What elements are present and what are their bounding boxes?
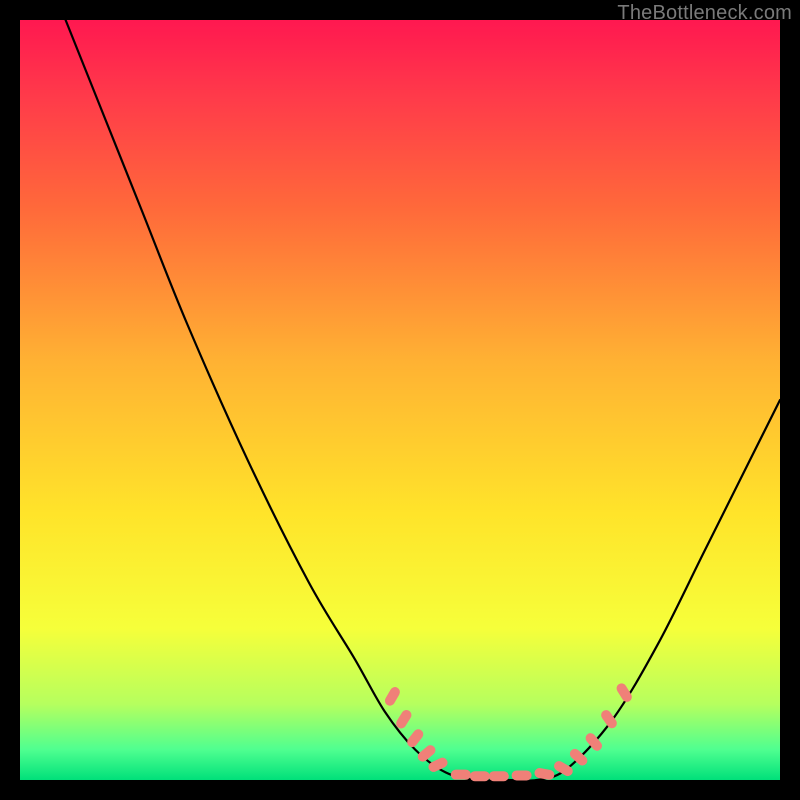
curve-marker bbox=[394, 708, 413, 730]
curve-marker bbox=[405, 727, 425, 749]
chart-svg bbox=[20, 20, 780, 780]
curve-marker bbox=[534, 767, 555, 780]
curve-marker bbox=[451, 770, 471, 780]
curve-marker bbox=[599, 708, 619, 730]
curve-markers bbox=[383, 681, 634, 781]
chart-frame bbox=[20, 20, 780, 780]
curve-marker bbox=[470, 771, 490, 781]
curve-marker bbox=[489, 771, 509, 781]
watermark-text: TheBottleneck.com bbox=[617, 2, 792, 25]
curve-marker bbox=[383, 685, 402, 707]
curve-marker bbox=[512, 770, 532, 780]
bottleneck-curve bbox=[66, 20, 780, 781]
curve-marker bbox=[427, 756, 449, 774]
